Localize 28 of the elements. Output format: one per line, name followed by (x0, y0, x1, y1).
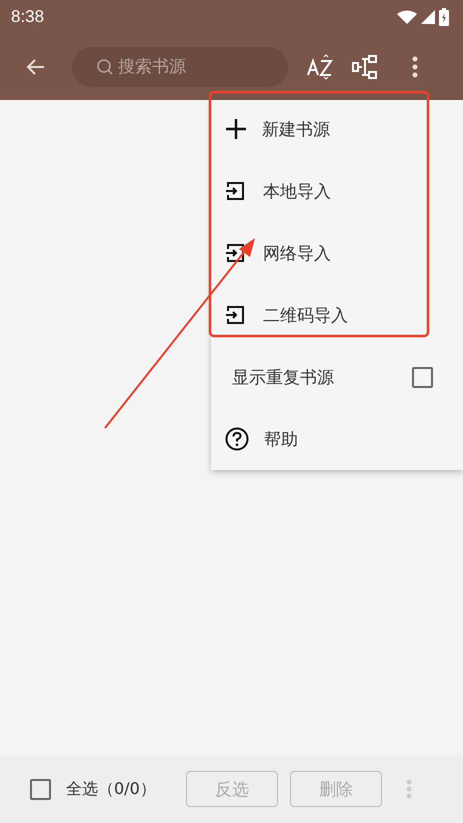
menu-item[interactable]: 新建书源 (211, 98, 463, 160)
signal-icon (421, 10, 435, 24)
menu-label: 新建书源 (262, 118, 330, 140)
help-icon (225, 427, 249, 451)
import-icon (225, 243, 245, 263)
import-icon (225, 305, 245, 325)
menu-item[interactable]: 帮助 (211, 408, 463, 470)
search-field[interactable]: 搜索书源 (72, 47, 288, 87)
battery-icon (439, 8, 449, 26)
import-icon (225, 181, 245, 201)
wifi-icon (397, 10, 417, 24)
menu-item[interactable]: 网络导入 (211, 222, 463, 284)
sort-az-icon[interactable] (306, 53, 334, 81)
menu-item[interactable]: 显示重复书源 (211, 346, 463, 408)
checkbox[interactable] (412, 366, 433, 388)
menu-item[interactable]: 二维码导入 (211, 284, 463, 346)
select-all-label: 全选（0/0） (66, 778, 157, 800)
menu-label: 网络导入 (263, 242, 331, 264)
status-time: 8:38 (11, 7, 44, 27)
menu-label: 二维码导入 (263, 304, 348, 326)
select-all-checkbox[interactable] (30, 778, 51, 800)
menu-label: 显示重复书源 (232, 366, 335, 388)
menu-item[interactable]: 本地导入 (211, 160, 463, 222)
plus-icon (225, 118, 247, 140)
menu-label: 本地导入 (263, 180, 331, 202)
more-icon[interactable] (412, 56, 418, 78)
menu-label: 帮助 (264, 428, 298, 450)
group-icon[interactable] (352, 54, 378, 80)
